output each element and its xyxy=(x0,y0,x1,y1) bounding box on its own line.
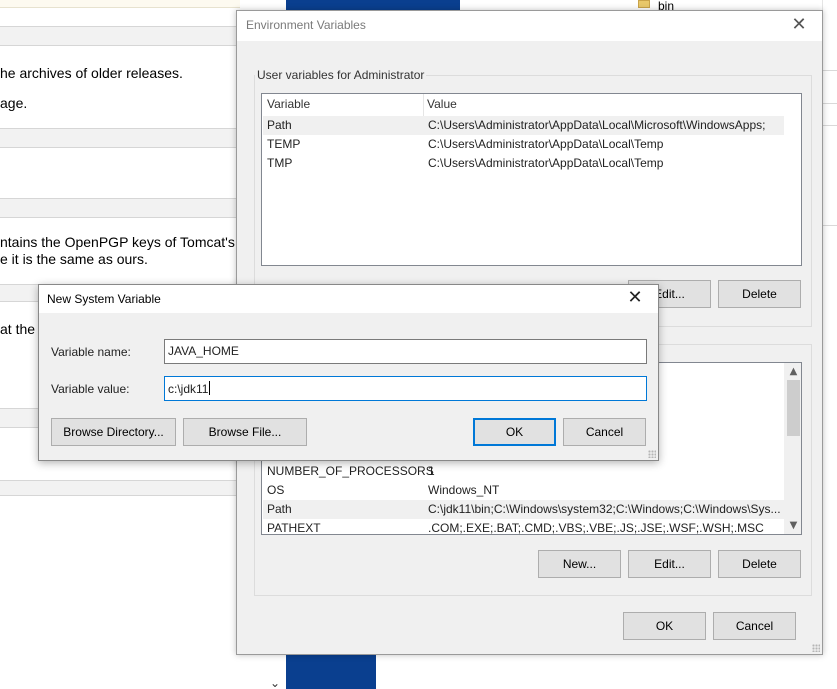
system-delete-button[interactable]: Delete xyxy=(718,550,801,578)
list-item[interactable]: PATHEXT .COM;.EXE;.BAT;.CMD;.VBS;.VBE;.J… xyxy=(263,519,784,535)
resize-grip[interactable] xyxy=(812,644,820,652)
explorer-row-divider xyxy=(822,70,837,71)
background-top-strip xyxy=(0,0,240,8)
scroll-down-arrow-icon[interactable]: ▼ xyxy=(785,517,801,534)
ok-button[interactable]: OK xyxy=(623,612,706,640)
explorer-row-divider xyxy=(822,125,837,126)
column-header-variable[interactable]: Variable xyxy=(267,97,310,111)
ok-button[interactable]: OK xyxy=(473,418,556,446)
title-bar: New System Variable ✕ xyxy=(39,285,658,313)
variable-name: PATHEXT xyxy=(267,521,321,535)
variable-name: Path xyxy=(267,502,292,516)
system-list-scrollbar[interactable]: ▲ ▼ xyxy=(784,363,801,534)
list-item[interactable]: NUMBER_OF_PROCESSORS 1 xyxy=(263,462,784,481)
user-delete-button[interactable]: Delete xyxy=(718,280,801,308)
background-text-line: age. xyxy=(0,95,28,111)
user-variables-list[interactable]: Variable Value Path C:\Users\Administrat… xyxy=(261,93,802,266)
list-item[interactable]: Path C:\jdk11\bin;C:\Windows\system32;C:… xyxy=(263,500,784,519)
close-icon[interactable]: ✕ xyxy=(776,11,822,41)
new-system-variable-dialog: New System Variable ✕ Variable name: JAV… xyxy=(38,284,659,461)
title-bar: Environment Variables ✕ xyxy=(237,11,822,41)
resize-grip[interactable] xyxy=(648,450,656,458)
variable-value-text: c:\jdk11 xyxy=(168,382,209,396)
variable-value-label: Variable value: xyxy=(51,382,130,396)
variable-value: .COM;.EXE;.BAT;.CMD;.VBS;.VBE;.JS;.JSE;.… xyxy=(428,521,764,535)
variable-name: TMP xyxy=(267,156,293,170)
system-edit-button[interactable]: Edit... xyxy=(628,550,711,578)
scroll-up-arrow-icon[interactable]: ▲ xyxy=(785,363,801,380)
list-item[interactable]: Path C:\Users\Administrator\AppData\Loca… xyxy=(263,116,784,135)
variable-value: C:\Users\Administrator\AppData\Local\Tem… xyxy=(428,137,664,151)
variable-name: TEMP xyxy=(267,137,301,151)
column-separator xyxy=(423,94,424,116)
browse-file-button[interactable]: Browse File... xyxy=(183,418,307,446)
text-caret xyxy=(209,381,211,395)
list-item[interactable]: OS Windows_NT xyxy=(263,481,784,500)
cancel-button[interactable]: Cancel xyxy=(563,418,646,446)
list-item[interactable]: TEMP C:\Users\Administrator\AppData\Loca… xyxy=(263,135,784,154)
user-variables-label: User variables for Administrator xyxy=(255,68,427,82)
list-header: Variable Value xyxy=(262,94,801,116)
variable-name-label: Variable name: xyxy=(51,345,131,359)
system-new-button[interactable]: New... xyxy=(538,550,621,578)
background-text-line: he archives of older releases. xyxy=(0,65,183,81)
folder-icon xyxy=(638,0,650,8)
dialog-title: Environment Variables xyxy=(246,18,366,32)
desktop-background xyxy=(286,655,376,689)
dialog-title: New System Variable xyxy=(47,292,161,306)
variable-name: NUMBER_OF_PROCESSORS xyxy=(267,464,434,478)
variable-value-input[interactable]: c:\jdk11 xyxy=(164,376,647,401)
cancel-button[interactable]: Cancel xyxy=(713,612,796,640)
list-item[interactable]: TMP C:\Users\Administrator\AppData\Local… xyxy=(263,154,784,173)
variable-value: C:\Users\Administrator\AppData\Local\Tem… xyxy=(428,156,664,170)
variable-value: C:\Users\Administrator\AppData\Local\Mic… xyxy=(428,118,766,132)
column-header-value[interactable]: Value xyxy=(427,97,457,111)
chevron-down-icon: ⌄ xyxy=(270,676,281,689)
variable-name: Path xyxy=(267,118,292,132)
variable-name-text: JAVA_HOME xyxy=(168,344,239,358)
close-icon[interactable]: ✕ xyxy=(612,284,658,312)
browse-directory-button[interactable]: Browse Directory... xyxy=(51,418,176,446)
explorer-row-divider xyxy=(822,225,837,226)
background-section-band xyxy=(0,480,240,496)
background-section-band xyxy=(0,128,240,148)
background-text-line: ntains the OpenPGP keys of Tomcat's xyxy=(0,234,235,250)
background-text-line: e it is the same as ours. xyxy=(0,251,148,267)
variable-name-input[interactable]: JAVA_HOME xyxy=(164,339,647,364)
background-section-band xyxy=(0,26,240,46)
explorer-row-divider xyxy=(822,103,837,104)
variable-value: 1 xyxy=(428,464,435,478)
scrollbar-thumb[interactable] xyxy=(787,380,800,436)
variable-name: OS xyxy=(267,483,285,497)
variable-value: Windows_NT xyxy=(428,483,500,497)
variable-value: C:\jdk11\bin;C:\Windows\system32;C:\Wind… xyxy=(428,502,781,516)
background-section-band xyxy=(0,198,240,218)
